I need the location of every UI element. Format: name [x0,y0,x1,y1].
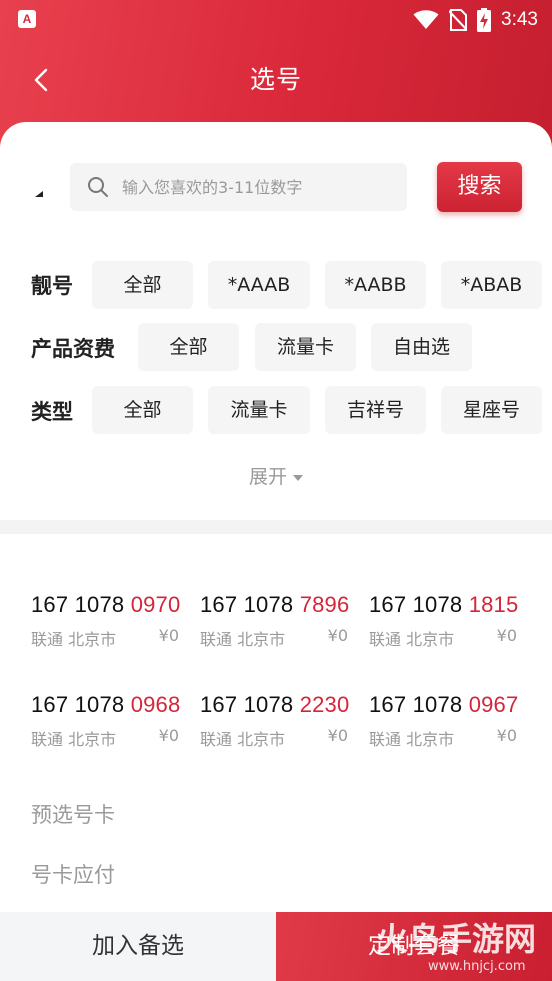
wifi-icon [413,10,439,29]
carrier-city: 联通 北京市 [369,630,455,649]
search-input[interactable] [122,163,402,211]
phone-number: 167 1078 0967 [369,692,519,717]
number-price: ¥0 [496,726,517,745]
chip-all[interactable]: 全部 [138,323,239,371]
carrier-city: 联通 北京市 [31,730,117,749]
chips-row-pretty-number: 全部 *AAAB *AABB *ABAB [0,261,552,309]
number-card[interactable]: 167 1078 0967 联通 北京市 ¥0 [369,692,529,756]
status-time: 3:43 [501,9,538,30]
carrier-city: 联通 北京市 [31,630,117,649]
number-price: ¥0 [496,626,517,645]
chip-all[interactable]: 全部 [92,261,193,309]
phone-number: 167 1078 1815 [369,592,519,617]
search-box [70,163,407,211]
preselected-card-label: 预选号卡 [31,803,115,827]
chip-data-card[interactable]: 流量卡 [208,386,310,434]
status-bar: A 3:43 [0,0,552,40]
battery-charging-icon [477,8,492,32]
chip-aabb[interactable]: *AABB [325,261,426,309]
number-card[interactable]: 167 1078 2230 联通 北京市 ¥0 [200,692,360,756]
expand-label: 展开 [248,466,287,488]
search-button[interactable]: 搜索 [437,162,522,212]
app-notification-icon: A [18,10,36,28]
chip-data-card[interactable]: 流量卡 [255,323,356,371]
number-card[interactable]: 167 1078 7896 联通 北京市 ¥0 [200,592,360,656]
number-card[interactable]: 167 1078 0970 联通 北京市 ¥0 [31,592,191,656]
number-price: ¥0 [327,626,348,645]
carrier-city: 联通 北京市 [200,730,286,749]
search-icon [88,177,108,197]
number-card[interactable]: 167 1078 0968 联通 北京市 ¥0 [31,692,191,756]
carrier-city: 联通 北京市 [200,630,286,649]
triangle-down-icon[interactable] [34,190,44,198]
bottom-action-bar: 加入备选 定制套餐 [0,912,552,981]
phone-number: 167 1078 0968 [31,692,181,717]
chip-free-choice[interactable]: 自由选 [371,323,472,371]
page-title: 选号 [249,65,302,94]
phone-number: 167 1078 2230 [200,692,350,717]
carrier-city: 联通 北京市 [369,730,455,749]
payable-label: 号卡应付 [31,863,115,887]
chips-row-product-fee: 全部 流量卡 自由选 [0,323,552,371]
chips-row-type: 全部 流量卡 吉祥号 星座号 [0,386,552,434]
chip-lucky-number[interactable]: 吉祥号 [325,386,426,434]
caret-down-icon [293,474,303,481]
no-sim-icon [449,9,468,31]
phone-number: 167 1078 0970 [31,592,181,617]
number-price: ¥0 [327,726,348,745]
add-to-shortlist-button[interactable]: 加入备选 [0,912,276,981]
section-divider [0,520,552,534]
expand-button[interactable]: 展开 [0,462,552,489]
chip-abab[interactable]: *ABAB [441,261,542,309]
customize-plan-button[interactable]: 定制套餐 [276,912,552,981]
chip-zodiac-number[interactable]: 星座号 [441,386,542,434]
number-price: ¥0 [158,726,179,745]
chip-aaab[interactable]: *AAAB [208,261,310,309]
phone-number: 167 1078 7896 [200,592,350,617]
number-card[interactable]: 167 1078 1815 联通 北京市 ¥0 [369,592,529,656]
chip-all[interactable]: 全部 [92,386,193,434]
status-icons: 3:43 [413,6,538,34]
number-price: ¥0 [158,626,179,645]
